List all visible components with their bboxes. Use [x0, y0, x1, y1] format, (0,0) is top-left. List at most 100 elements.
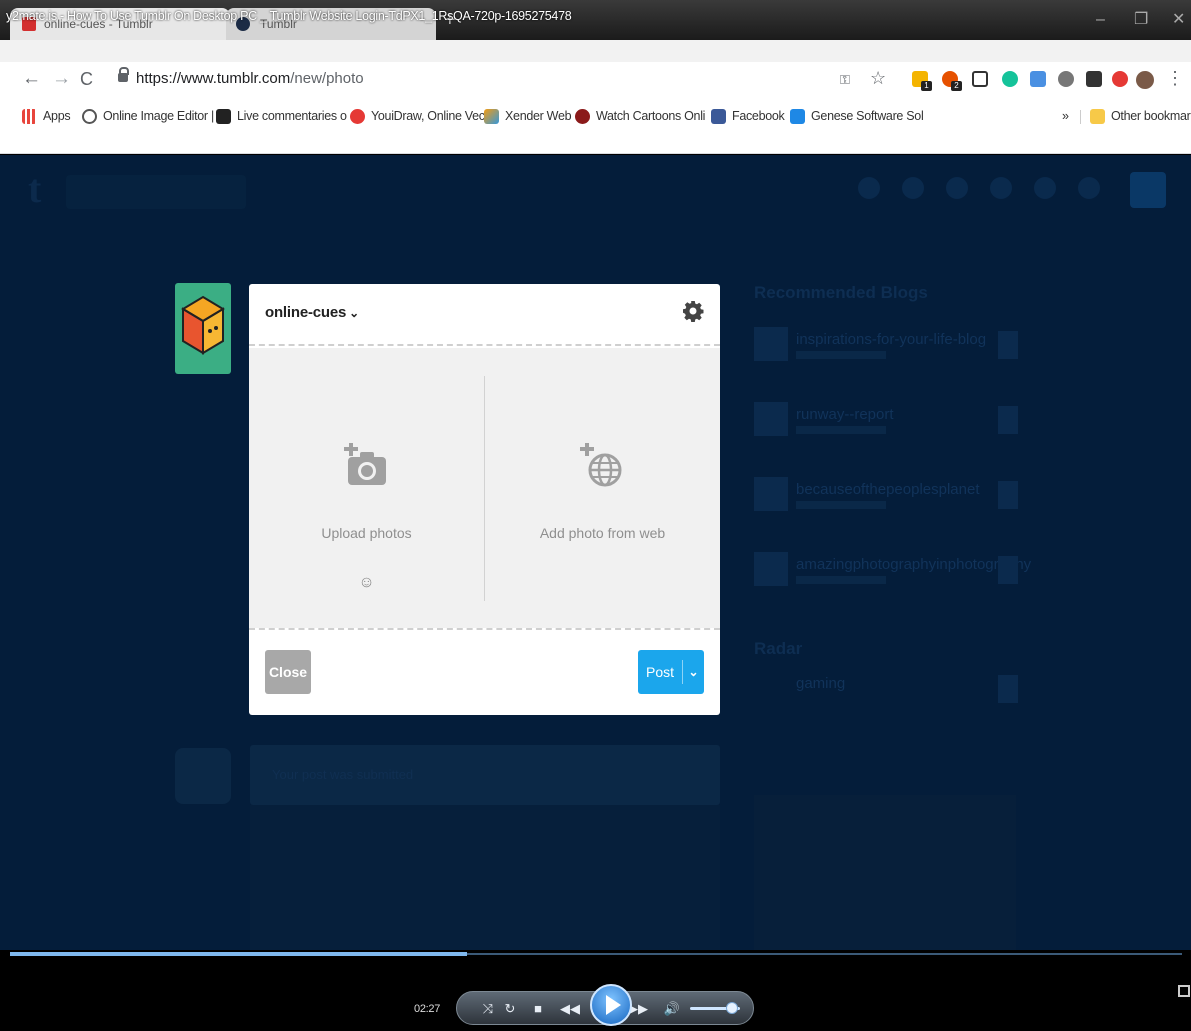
back-arrow-icon[interactable]: ←: [22, 67, 41, 91]
bookmark-star-icon[interactable]: ☆: [870, 68, 886, 89]
download-extension-icon[interactable]: [1086, 71, 1102, 87]
recommended-blog-item[interactable]: inspirations-for-your-life-blog: [754, 327, 1024, 402]
password-key-icon[interactable]: ⚿: [840, 72, 850, 88]
lock-icon: [118, 67, 129, 82]
follow-button[interactable]: [998, 556, 1018, 584]
tumblr-search-input[interactable]: [66, 175, 246, 209]
bookmarks-separator: [1080, 110, 1081, 124]
tumblr-logo[interactable]: t: [28, 165, 41, 212]
activity-icon[interactable]: [1034, 177, 1056, 199]
post-button-label[interactable]: Post: [638, 664, 682, 680]
profile-avatar[interactable]: [1136, 71, 1154, 89]
browser-titlebar: online-cues - Tumblr Tumblr + y2mate.is …: [0, 0, 1191, 40]
notion-extension-icon[interactable]: [972, 71, 988, 87]
messages-icon[interactable]: [990, 177, 1012, 199]
inbox-icon[interactable]: [946, 177, 968, 199]
globe-add-icon: [580, 443, 622, 487]
media-player: 02:27 ⤨ ↻ ■ ◀◀ ▶▶ 🔊: [0, 950, 1191, 1031]
follow-button[interactable]: [998, 406, 1018, 434]
camera-avatar: [175, 748, 231, 804]
follow-button[interactable]: [998, 331, 1018, 359]
blog-subtitle: [796, 426, 886, 434]
bookmark-genese-software[interactable]: Genese Software Sol: [790, 107, 924, 125]
seek-progress: [10, 952, 468, 956]
reload-icon[interactable]: C: [80, 67, 93, 91]
explore-icon[interactable]: [902, 177, 924, 199]
post-options-chevron-icon[interactable]: ⌄: [683, 665, 704, 679]
bookmarks-overflow[interactable]: »: [1062, 107, 1069, 125]
upload-photos-label: Upload photos: [321, 525, 412, 541]
blog-avatar[interactable]: [175, 283, 231, 374]
radar-image: [754, 795, 1016, 950]
minimize-icon[interactable]: –: [1096, 12, 1105, 28]
other-bookmarks[interactable]: Other bookmarks: [1090, 107, 1191, 125]
block-extension-icon[interactable]: [1112, 71, 1128, 87]
forward-arrow-icon[interactable]: →: [52, 67, 71, 91]
bookmark-facebook[interactable]: Facebook: [711, 107, 785, 125]
previous-icon[interactable]: ◀◀: [557, 999, 583, 1019]
cube-avatar-icon: [181, 295, 225, 355]
grammarly-extension-icon[interactable]: [1002, 71, 1018, 87]
toolbar-gap: [0, 40, 1191, 62]
cartoons-icon: [575, 108, 590, 124]
upload-photos-option[interactable]: Upload photos ☺: [249, 348, 484, 628]
volume-knob[interactable]: [726, 1002, 738, 1014]
blog-subtitle: [796, 501, 886, 509]
blog-subtitle: [796, 351, 886, 359]
bookmark-apps[interactable]: Apps: [22, 107, 71, 125]
recommended-blog-item[interactable]: amazingphotographyinphotography: [754, 552, 1031, 627]
extension-1-icon[interactable]: 1: [912, 71, 932, 91]
background-post-text: Your post was submitted: [272, 767, 414, 782]
volume-icon[interactable]: 🔊: [663, 999, 681, 1019]
bookmark-online-image-editor[interactable]: Online Image Editor |: [82, 107, 214, 125]
follow-button[interactable]: [998, 481, 1018, 509]
recommended-blog-item[interactable]: becauseofthepeoplesplanet: [754, 477, 1024, 552]
tumblr-page: t Recommended Blogs inspirations-for-you…: [0, 155, 1191, 950]
add-photo-from-web-option[interactable]: Add photo from web: [485, 348, 720, 628]
bookmark-watch-cartoons[interactable]: Watch Cartoons Onli: [575, 107, 705, 125]
smile-icon: ☺: [358, 574, 375, 591]
screen: online-cues - Tumblr Tumblr + y2mate.is …: [0, 0, 1191, 1031]
blog-thumbnail: [754, 402, 788, 436]
radar-item[interactable]: gaming: [754, 671, 1024, 746]
repeat-icon[interactable]: ↻: [501, 999, 519, 1019]
background-post-card: Your post was submitted: [250, 745, 720, 805]
url-text[interactable]: https://www.tumblr.com/new/photo: [136, 70, 364, 87]
follow-button[interactable]: [998, 675, 1018, 703]
stop-icon[interactable]: ■: [529, 999, 547, 1019]
dialog-footer: Close Post ⌄: [249, 628, 720, 715]
facebook-icon: [711, 108, 726, 124]
calendar-icon: [790, 108, 805, 124]
bookmark-live-commentaries[interactable]: Live commentaries o: [216, 107, 347, 125]
recommended-blog-item[interactable]: runway--report: [754, 402, 1024, 477]
bookmark-youidraw[interactable]: YouiDraw, Online Vec: [350, 107, 485, 125]
bookmark-xender-web[interactable]: Xender Web: [484, 107, 572, 125]
shuffle-icon[interactable]: ⤨: [479, 999, 497, 1019]
account-icon[interactable]: [1078, 177, 1100, 199]
blog-thumbnail: [754, 552, 788, 586]
blog-selector[interactable]: online-cues ⌄: [265, 304, 359, 321]
gear-icon[interactable]: [681, 299, 705, 323]
browser-toolbar: ← → C https://www.tumblr.com/new/photo ⚿…: [0, 62, 1191, 100]
play-button[interactable]: [590, 984, 632, 1026]
tumblr-header: t: [0, 155, 1191, 227]
close-button[interactable]: Close: [265, 650, 311, 694]
home-icon[interactable]: [858, 177, 880, 199]
address-bar[interactable]: https://www.tumblr.com/new/photo: [112, 63, 872, 95]
fullscreen-icon[interactable]: [1178, 985, 1190, 997]
menu-kebab-icon[interactable]: ⋮: [1166, 68, 1184, 89]
extension-2-icon[interactable]: 2: [942, 71, 962, 91]
blog-thumbnail: [754, 477, 788, 511]
close-window-icon[interactable]: ✕: [1172, 12, 1185, 28]
settings-extension-icon[interactable]: [1058, 71, 1074, 87]
translate-extension-icon[interactable]: [1030, 71, 1046, 87]
compose-button[interactable]: [1130, 172, 1166, 208]
dialog-header: online-cues ⌄: [249, 284, 720, 346]
playback-time: 02:27: [414, 1003, 441, 1015]
camera-add-icon: [344, 443, 386, 485]
chevron-down-icon: ⌄: [349, 306, 360, 320]
restore-icon[interactable]: ❐: [1134, 12, 1148, 28]
play-icon: [605, 995, 621, 1015]
post-button[interactable]: Post ⌄: [638, 650, 704, 694]
dialog-body: Upload photos ☺ Add photo from web: [249, 348, 720, 628]
